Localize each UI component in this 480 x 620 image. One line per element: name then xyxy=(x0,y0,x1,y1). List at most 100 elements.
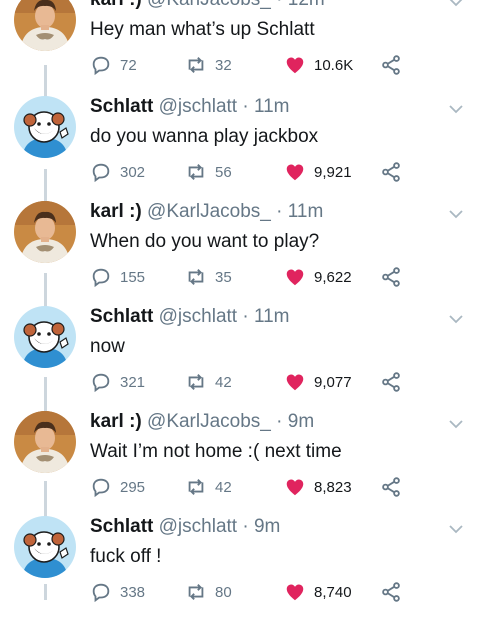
chevron-down-icon[interactable] xyxy=(446,207,466,221)
retweet-count: 32 xyxy=(215,56,232,74)
share-icon xyxy=(380,54,402,76)
tweet-actions: 295 42 8,823 xyxy=(90,475,470,499)
tweet-text: Hey man what’s up Schlatt xyxy=(90,19,315,40)
tweet-timestamp[interactable]: 11m xyxy=(254,306,290,327)
heart-icon xyxy=(284,476,306,498)
reply-button[interactable]: 155 xyxy=(90,265,145,289)
chevron-down-icon[interactable] xyxy=(446,522,466,536)
author-name[interactable]: karl :) xyxy=(90,411,142,432)
tweet-text: fuck off ! xyxy=(90,546,162,567)
author-handle[interactable]: @KarlJacobs_ xyxy=(147,0,271,10)
author-handle[interactable]: @jschlatt xyxy=(159,516,237,537)
tweet[interactable]: Schlatt @jschlatt · 11m do you wanna pla… xyxy=(0,95,480,200)
retweet-button[interactable]: 35 xyxy=(185,265,232,289)
tweet-text: do you wanna play jackbox xyxy=(90,126,319,147)
share-button[interactable] xyxy=(380,160,402,184)
reply-count: 72 xyxy=(120,56,137,74)
chevron-down-icon[interactable] xyxy=(446,0,466,9)
author-handle[interactable]: @jschlatt xyxy=(159,96,237,117)
share-button[interactable] xyxy=(380,580,402,604)
separator-dot: · xyxy=(242,516,254,537)
like-count: 8,823 xyxy=(314,478,352,496)
reply-button[interactable]: 321 xyxy=(90,370,145,394)
tweet-timestamp[interactable]: 9m xyxy=(254,516,280,537)
reply-button[interactable]: 338 xyxy=(90,580,145,604)
reply-button[interactable]: 72 xyxy=(90,53,137,77)
tweet-header: Schlatt @jschlatt · 11m xyxy=(90,305,290,329)
separator-dot: · xyxy=(276,201,288,222)
tweet[interactable]: Schlatt @jschlatt · 11m now 321 42 9,077 xyxy=(0,305,480,410)
author-handle[interactable]: @jschlatt xyxy=(159,306,237,327)
separator-dot: · xyxy=(276,411,288,432)
chevron-down-icon[interactable] xyxy=(446,417,466,431)
share-button[interactable] xyxy=(380,53,402,77)
reply-icon xyxy=(90,371,112,393)
author-name[interactable]: Schlatt xyxy=(90,96,153,117)
like-button[interactable]: 8,823 xyxy=(284,475,352,499)
tweet-actions: 302 56 9,921 xyxy=(90,160,470,184)
author-handle[interactable]: @KarlJacobs_ xyxy=(147,411,271,432)
share-button[interactable] xyxy=(380,370,402,394)
tweet-timestamp[interactable]: 12m xyxy=(288,0,325,10)
author-handle[interactable]: @KarlJacobs_ xyxy=(147,201,271,222)
like-button[interactable]: 9,077 xyxy=(284,370,352,394)
author-name[interactable]: Schlatt xyxy=(90,306,153,327)
tweet-text: When do you want to play? xyxy=(90,231,320,252)
share-icon xyxy=(380,476,402,498)
tweet-header: Schlatt @jschlatt · 11m xyxy=(90,95,290,119)
retweet-button[interactable]: 56 xyxy=(185,160,232,184)
heart-icon xyxy=(284,371,306,393)
reply-icon xyxy=(90,54,112,76)
share-icon xyxy=(380,371,402,393)
like-count: 9,622 xyxy=(314,268,352,286)
tweet-timestamp[interactable]: 11m xyxy=(254,96,290,117)
tweet-actions: 321 42 9,077 xyxy=(90,370,470,394)
author-name[interactable]: karl :) xyxy=(90,0,142,10)
tweet-text: now xyxy=(90,336,125,357)
retweet-count: 35 xyxy=(215,268,232,286)
tweet[interactable]: karl :) @KarlJacobs_ · 9m Wait I’m not h… xyxy=(0,410,480,515)
karl-avatar[interactable] xyxy=(14,411,76,473)
reply-count: 302 xyxy=(120,163,146,181)
tweet-header: karl :) @KarlJacobs_ · 9m xyxy=(90,410,314,434)
tweet-timestamp[interactable]: 11m xyxy=(288,201,324,222)
retweet-icon xyxy=(185,54,207,76)
tweet[interactable]: karl :) @KarlJacobs_ · 12m Hey man what’… xyxy=(0,0,480,93)
tweet[interactable]: Schlatt @jschlatt · 9m fuck off ! 338 80… xyxy=(0,515,480,620)
tweet-text: Wait I’m not home :( next time xyxy=(90,441,342,462)
chevron-down-icon[interactable] xyxy=(446,312,466,326)
retweet-button[interactable]: 42 xyxy=(185,475,232,499)
separator-dot: · xyxy=(276,0,288,10)
like-button[interactable]: 8,740 xyxy=(284,580,352,604)
retweet-count: 42 xyxy=(215,478,232,496)
share-button[interactable] xyxy=(380,265,402,289)
retweet-button[interactable]: 42 xyxy=(185,370,232,394)
like-button[interactable]: 9,921 xyxy=(284,160,352,184)
retweet-button[interactable]: 80 xyxy=(185,580,232,604)
author-name[interactable]: Schlatt xyxy=(90,516,153,537)
reply-button[interactable]: 302 xyxy=(90,160,145,184)
tweet[interactable]: karl :) @KarlJacobs_ · 11m When do you w… xyxy=(0,200,480,305)
tweet-header: karl :) @KarlJacobs_ · 11m xyxy=(90,200,323,224)
schlatt-avatar[interactable] xyxy=(14,96,76,158)
tweet-timestamp[interactable]: 9m xyxy=(288,411,314,432)
chevron-down-icon[interactable] xyxy=(446,102,466,116)
karl-avatar[interactable] xyxy=(14,0,76,51)
author-name[interactable]: karl :) xyxy=(90,201,142,222)
karl-avatar[interactable] xyxy=(14,201,76,263)
reply-count: 338 xyxy=(120,583,146,601)
tweet-actions: 338 80 8,740 xyxy=(90,580,470,604)
schlatt-avatar[interactable] xyxy=(14,516,76,578)
like-button[interactable]: 9,622 xyxy=(284,265,352,289)
reply-count: 295 xyxy=(120,478,146,496)
separator-dot: · xyxy=(242,96,254,117)
share-icon xyxy=(380,266,402,288)
schlatt-avatar[interactable] xyxy=(14,306,76,368)
share-button[interactable] xyxy=(380,475,402,499)
retweet-icon xyxy=(185,476,207,498)
reply-button[interactable]: 295 xyxy=(90,475,145,499)
like-button[interactable]: 10.6K xyxy=(284,53,353,77)
tweet-thread: karl :) @KarlJacobs_ · 12m Hey man what’… xyxy=(0,0,480,603)
retweet-button[interactable]: 32 xyxy=(185,53,232,77)
tweet-header: Schlatt @jschlatt · 9m xyxy=(90,515,280,539)
